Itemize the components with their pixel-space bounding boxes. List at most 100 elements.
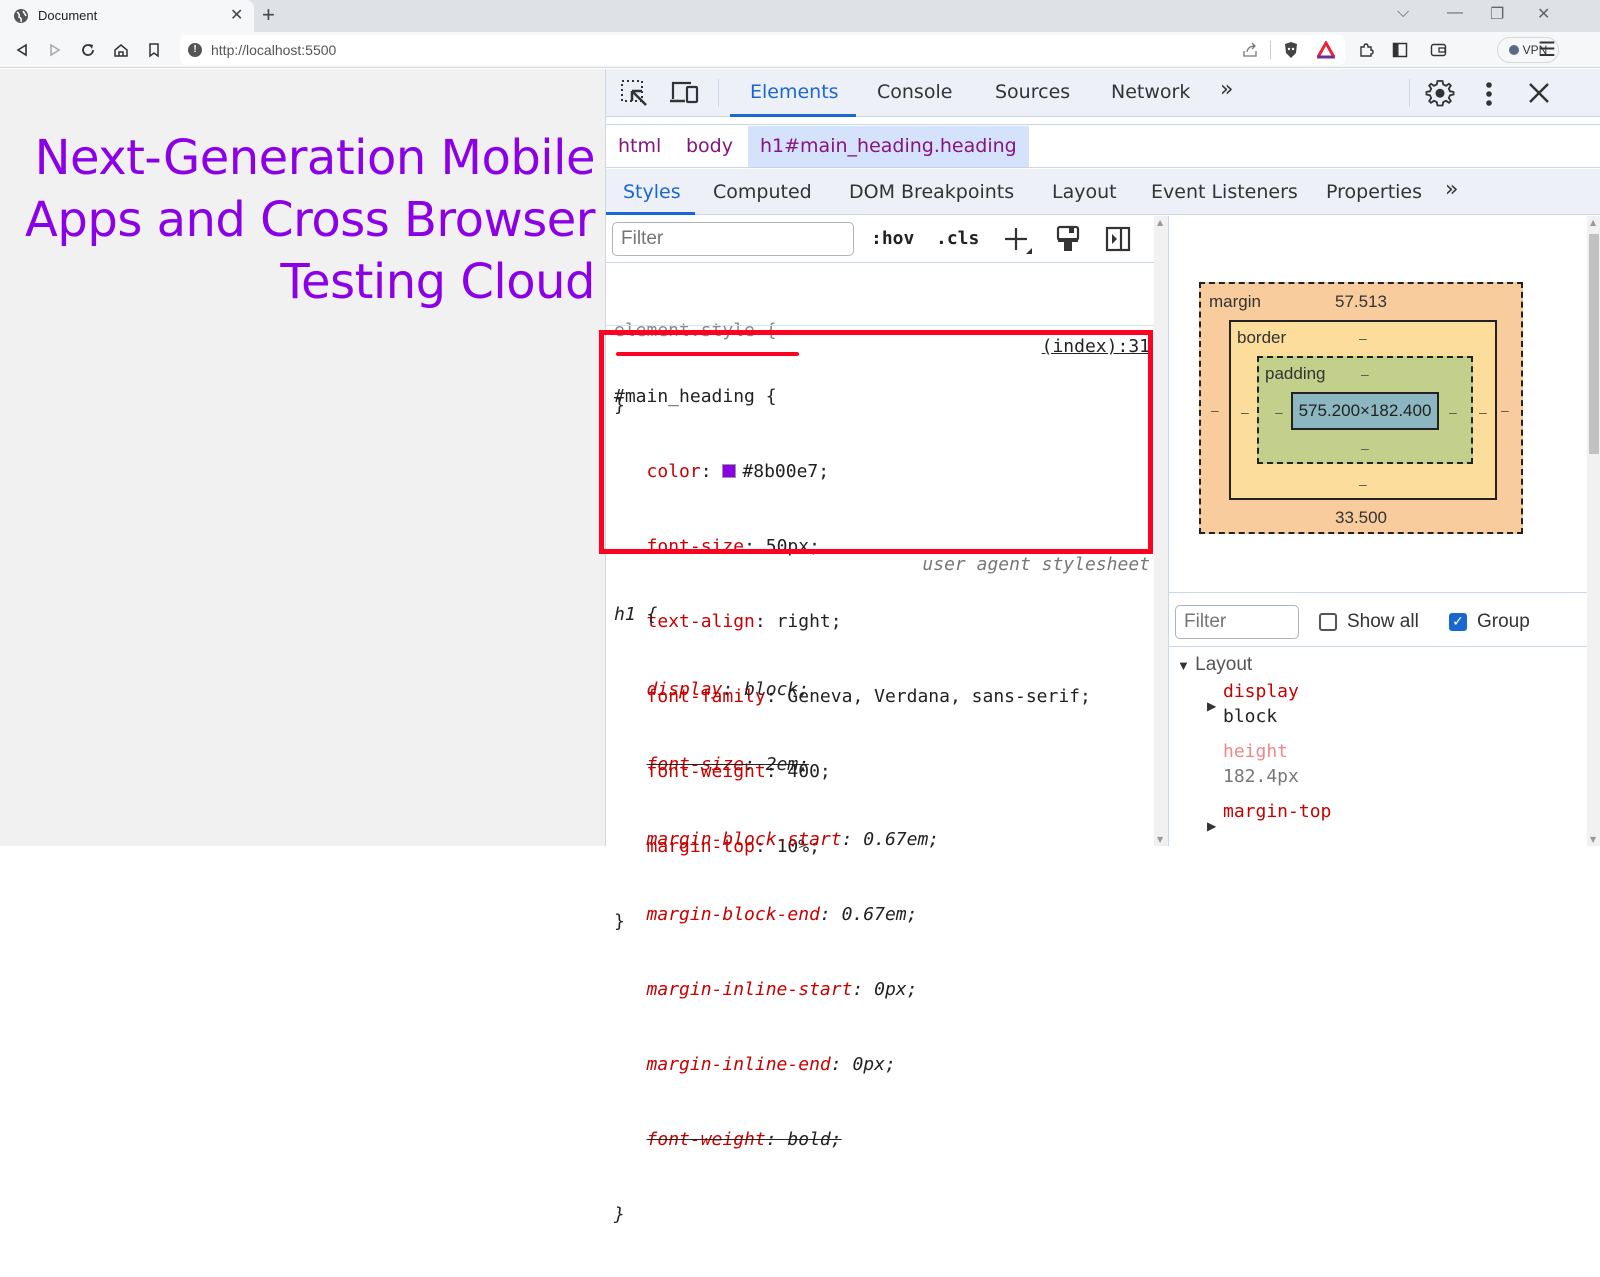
styles-filter-input[interactable] <box>612 222 854 256</box>
computed-filter-input[interactable] <box>1175 605 1299 639</box>
expand-triangle-icon[interactable]: ▶ <box>1207 819 1216 833</box>
css-prop-value-overridden: bold; <box>787 1129 842 1150</box>
more-options-icon[interactable] <box>1484 81 1494 107</box>
padding-right-value[interactable]: – <box>1449 404 1457 420</box>
device-toolbar-icon[interactable] <box>669 79 699 107</box>
page-viewport: Next-Generation Mobile Apps and Cross Br… <box>0 69 605 846</box>
padding-bottom-value[interactable]: – <box>1361 440 1369 456</box>
group-label[interactable]: Group <box>1477 611 1530 633</box>
margin-left-value[interactable]: – <box>1211 402 1219 418</box>
border-bottom-value[interactable]: – <box>1359 476 1367 492</box>
breadcrumb-body[interactable]: body <box>674 126 745 167</box>
close-tab-icon[interactable]: ✕ <box>230 5 243 25</box>
ua-h1-rule[interactable]: h1 { display: block; font-size: 2em; mar… <box>614 552 939 1277</box>
hov-button[interactable]: :hov <box>871 228 914 249</box>
scroll-up-icon[interactable]: ▲ <box>1157 218 1163 227</box>
tab-elements[interactable]: Elements <box>750 81 839 103</box>
cls-button[interactable]: .cls <box>936 228 979 249</box>
forward-button[interactable] <box>44 39 66 61</box>
devtools-toolbar: Elements Console Sources Network » <box>606 69 1600 117</box>
more-tabs-icon[interactable]: » <box>1220 77 1233 102</box>
subtab-properties[interactable]: Properties <box>1326 181 1422 203</box>
subtab-computed[interactable]: Computed <box>713 181 812 203</box>
sidebar-icon[interactable] <box>1392 42 1408 58</box>
inspect-element-icon[interactable] <box>620 79 648 107</box>
subtab-styles[interactable]: Styles <box>623 181 681 203</box>
divider <box>1169 592 1587 593</box>
computed-property-height[interactable]: height 182.4px <box>1223 739 1299 789</box>
wallet-icon[interactable] <box>1430 42 1448 58</box>
share-icon[interactable] <box>1242 42 1258 58</box>
computed-scrollbar[interactable]: ▲ ▼ <box>1587 216 1600 846</box>
site-info-icon[interactable]: ! <box>188 43 202 57</box>
close-window-icon[interactable]: ✕ <box>1537 4 1550 24</box>
dom-tree-area[interactable] <box>606 117 1600 125</box>
tab-network[interactable]: Network <box>1111 81 1190 103</box>
breadcrumb-html[interactable]: html <box>606 126 673 167</box>
group-checkbox[interactable]: ✓ <box>1449 613 1467 631</box>
browser-tab-strip: Document ✕ + ⌵ — ❐ ✕ <box>0 0 1600 32</box>
more-subtabs-icon[interactable]: » <box>1445 177 1458 202</box>
url-text[interactable]: http://localhost:5500 <box>211 42 336 58</box>
restore-icon[interactable]: ❐ <box>1490 4 1504 24</box>
bookmark-button[interactable] <box>143 39 165 61</box>
paint-brush-icon[interactable] <box>1055 225 1081 253</box>
subtab-event-listeners[interactable]: Event Listeners <box>1151 181 1298 203</box>
reload-button[interactable] <box>77 39 99 61</box>
layout-group-header[interactable]: ▼ Layout <box>1177 654 1252 676</box>
rule-close-brace: } <box>614 1204 625 1225</box>
computed-property-display[interactable]: display block <box>1223 679 1299 729</box>
brave-shields-icon[interactable] <box>1282 41 1300 59</box>
box-model-padding[interactable]: padding – – – – 575.200×182.400 <box>1257 356 1473 464</box>
border-top-value[interactable]: – <box>1359 330 1367 346</box>
extensions-icon[interactable] <box>1358 42 1374 58</box>
css-prop-name: display <box>646 679 723 700</box>
subtab-layout[interactable]: Layout <box>1052 181 1117 203</box>
scroll-down-icon[interactable]: ▼ <box>1590 835 1596 844</box>
scroll-down-icon[interactable]: ▼ <box>1157 835 1163 844</box>
browser-tab[interactable]: Document ✕ <box>0 0 254 32</box>
devtools-panel: Elements Console Sources Network » html … <box>599 69 1600 1225</box>
brave-rewards-icon[interactable] <box>1317 41 1335 59</box>
new-tab-icon[interactable]: + <box>262 2 275 28</box>
computed-prop-name: display <box>1223 681 1299 702</box>
minimize-icon[interactable]: — <box>1447 4 1463 22</box>
css-prop-value: 0.67em; <box>841 904 918 925</box>
back-icon <box>16 43 27 57</box>
scrollbar-thumb[interactable] <box>1589 234 1599 454</box>
margin-top-value[interactable]: 57.513 <box>1335 292 1387 312</box>
computed-property-margin-top[interactable]: margin-top <box>1223 799 1331 824</box>
box-model-border[interactable]: border – – – – padding – – – – 575.200×1… <box>1229 320 1497 500</box>
tab-search-chevron-icon[interactable]: ⌵ <box>1397 4 1409 22</box>
styles-scrollbar[interactable]: ▲ ▼ <box>1154 216 1168 846</box>
tab-sources[interactable]: Sources <box>995 81 1070 103</box>
subtab-dom-breakpoints[interactable]: DOM Breakpoints <box>849 181 1014 203</box>
box-model-content-size[interactable]: 575.200×182.400 <box>1291 392 1439 430</box>
border-right-value[interactable]: – <box>1479 404 1487 420</box>
menu-icon[interactable]: ☰ <box>1538 37 1556 62</box>
tab-console[interactable]: Console <box>877 81 952 103</box>
border-left-value[interactable]: – <box>1241 404 1249 420</box>
scroll-up-icon[interactable]: ▲ <box>1590 218 1596 227</box>
back-button[interactable] <box>11 39 33 61</box>
settings-gear-icon[interactable] <box>1425 78 1455 108</box>
margin-bottom-value[interactable]: 33.500 <box>1335 508 1387 528</box>
expand-triangle-icon[interactable]: ▶ <box>1207 699 1216 713</box>
address-bar[interactable]: ! http://localhost:5500 <box>180 35 1345 65</box>
breadcrumb-h1[interactable]: h1#main_heading.heading <box>748 126 1029 167</box>
show-all-label[interactable]: Show all <box>1347 611 1419 633</box>
new-style-rule-icon[interactable] <box>1004 226 1034 256</box>
toggle-sidebar-icon[interactable] <box>1105 226 1131 252</box>
styles-pane: :hov .cls element.style { } #main_headin… <box>599 216 1154 1225</box>
home-button[interactable] <box>110 39 132 61</box>
margin-right-value[interactable]: – <box>1501 402 1509 418</box>
padding-top-value[interactable]: – <box>1361 366 1369 382</box>
padding-label: padding <box>1265 364 1326 383</box>
box-model-margin[interactable]: margin 57.513 33.500 – – border – – – – … <box>1199 282 1523 534</box>
reload-icon <box>82 44 94 56</box>
close-devtools-icon[interactable] <box>1528 82 1550 104</box>
css-prop-name-overridden: font-size <box>646 754 745 775</box>
padding-left-value[interactable]: – <box>1275 404 1283 420</box>
show-all-checkbox[interactable] <box>1319 613 1337 631</box>
tab-title: Document <box>38 8 98 23</box>
